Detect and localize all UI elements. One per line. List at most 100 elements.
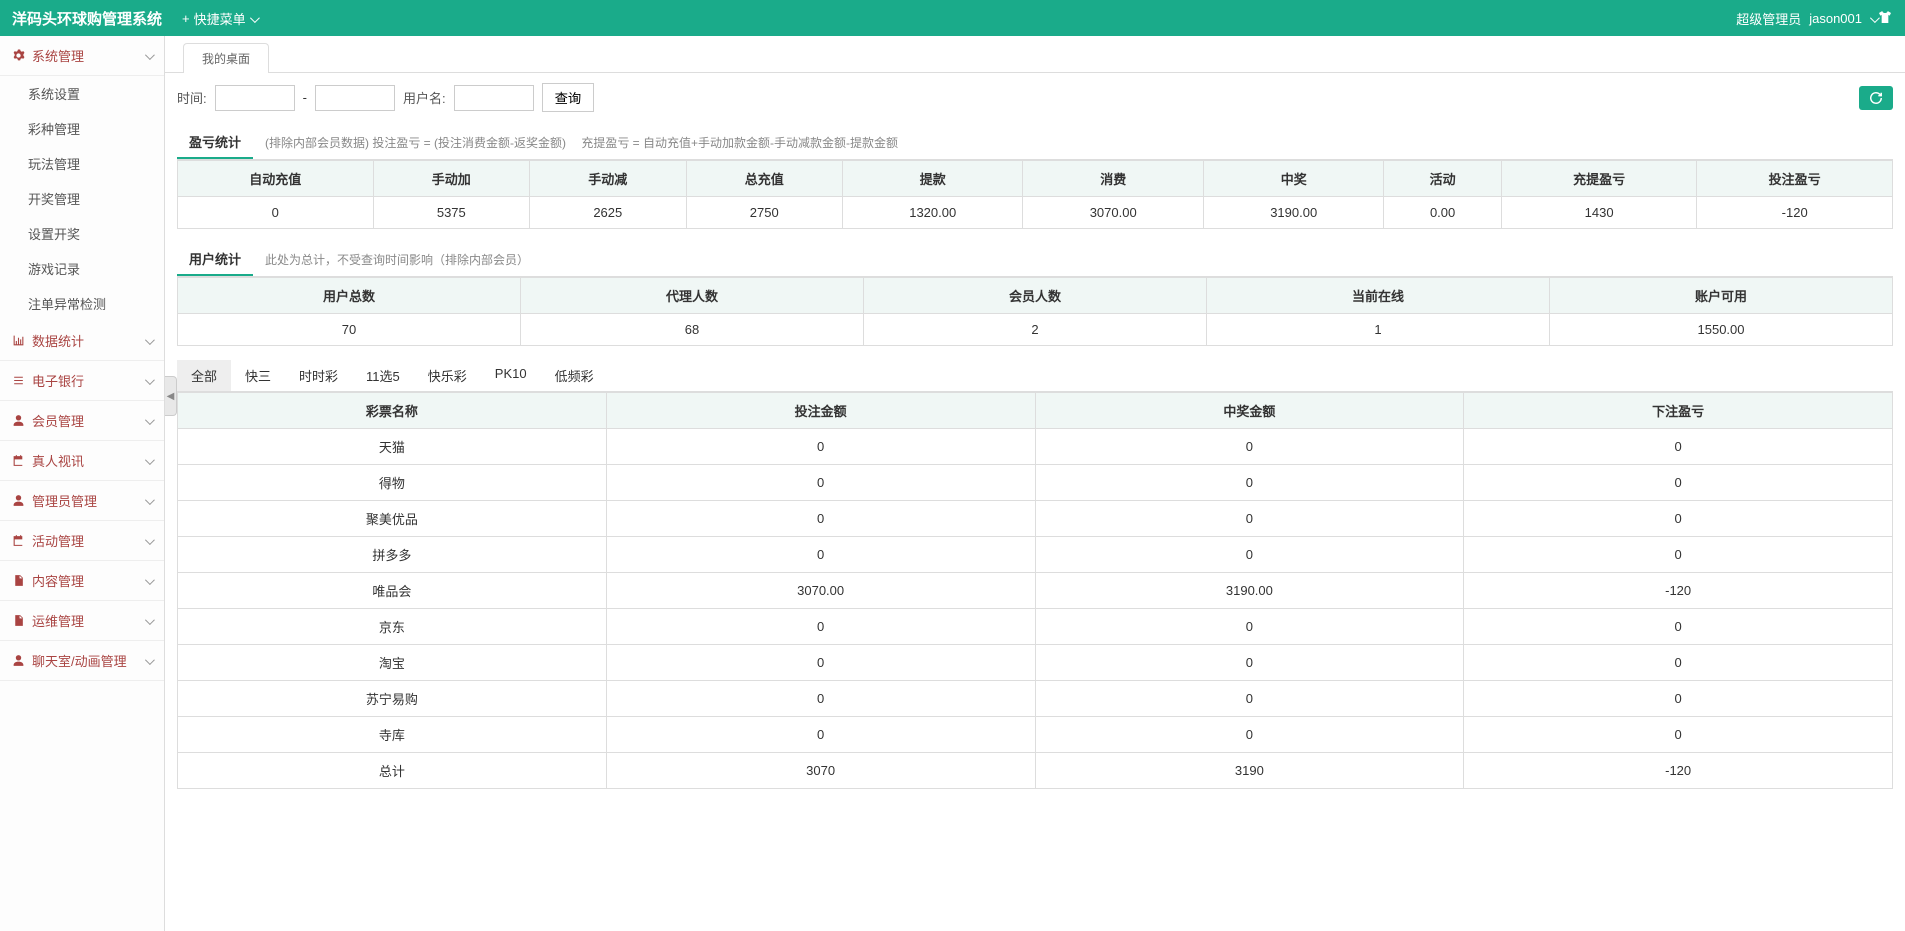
- lottery-tab[interactable]: 全部: [177, 360, 231, 391]
- sidebar-group-label: 运维管理: [32, 611, 84, 630]
- user-menu[interactable]: 超级管理员 jason001: [1736, 9, 1877, 28]
- refresh-button[interactable]: [1859, 86, 1893, 110]
- lottery-tab[interactable]: 11选5: [352, 360, 414, 391]
- cell: 3070.00: [606, 573, 1035, 609]
- sidebar-sub-item[interactable]: 注单异常检测: [0, 286, 164, 321]
- quick-menu-label: 快捷菜单: [194, 9, 246, 28]
- table-row: 苏宁易购000: [178, 681, 1893, 717]
- sidebar-sub-item[interactable]: 彩种管理: [0, 111, 164, 146]
- cell: 0: [606, 465, 1035, 501]
- cell: 3190.00: [1035, 573, 1464, 609]
- chevron-down-icon: [145, 533, 152, 548]
- main-content: ◀ 我的桌面 时间: - 用户名: 查询 盈亏统计 (排除内部会员数据) 投注盈…: [165, 36, 1905, 931]
- table-row: 05375262527501320.003070.003190.000.0014…: [178, 197, 1893, 229]
- cell: 1430: [1501, 197, 1697, 229]
- sidebar-group[interactable]: 真人视讯: [0, 441, 164, 481]
- cell: 68: [521, 314, 864, 346]
- sidebar-sub-item[interactable]: 开奖管理: [0, 181, 164, 216]
- cell: 唯品会: [178, 573, 607, 609]
- calendar-icon: [12, 534, 26, 547]
- chevron-down-icon: [145, 373, 152, 388]
- sidebar-group-label: 管理员管理: [32, 491, 97, 510]
- sidebar-group[interactable]: 数据统计: [0, 321, 164, 361]
- filter-bar: 时间: - 用户名: 查询: [165, 73, 1905, 122]
- cell: 0: [1464, 501, 1893, 537]
- time-end-input[interactable]: [315, 85, 395, 111]
- cell: 京东: [178, 609, 607, 645]
- table-row: 7068211550.00: [178, 314, 1893, 346]
- column-header: 下注盈亏: [1464, 393, 1893, 429]
- sidebar-sub-item[interactable]: 设置开奖: [0, 216, 164, 251]
- cell: 2625: [530, 197, 686, 229]
- column-header: 会员人数: [864, 278, 1207, 314]
- cell: 0: [1035, 465, 1464, 501]
- chevron-down-icon: [145, 613, 152, 628]
- sidebar-sub-item[interactable]: 游戏记录: [0, 251, 164, 286]
- lottery-tabs: 全部快三时时彩11选5快乐彩PK10低频彩: [177, 360, 1893, 392]
- cell: 聚美优品: [178, 501, 607, 537]
- sidebar-group[interactable]: 聊天室/动画管理: [0, 641, 164, 681]
- sidebar-sub-item[interactable]: 系统设置: [0, 76, 164, 111]
- cell: 1320.00: [842, 197, 1022, 229]
- table-row: 寺库000: [178, 717, 1893, 753]
- cell: 0: [1035, 717, 1464, 753]
- sidebar-group[interactable]: 会员管理: [0, 401, 164, 441]
- lottery-tab[interactable]: 快乐彩: [414, 360, 481, 391]
- cell: 0: [1464, 537, 1893, 573]
- profit-title: 盈亏统计: [177, 126, 253, 159]
- page-tabs: 我的桌面: [165, 42, 1905, 73]
- cell: 0: [606, 717, 1035, 753]
- cell: 淘宝: [178, 645, 607, 681]
- cell: 得物: [178, 465, 607, 501]
- lottery-tab[interactable]: 快三: [231, 360, 285, 391]
- sidebar-group-label: 电子银行: [32, 371, 84, 390]
- column-header: 手动减: [530, 161, 686, 197]
- user-icon: [12, 414, 26, 427]
- column-header: 投注盈亏: [1697, 161, 1893, 197]
- query-button[interactable]: 查询: [542, 83, 595, 112]
- lottery-tab[interactable]: 低频彩: [541, 360, 608, 391]
- doc-icon: [12, 574, 26, 587]
- sidebar: 系统管理系统设置彩种管理玩法管理开奖管理设置开奖游戏记录注单异常检测数据统计电子…: [0, 36, 165, 931]
- cog-icon: [12, 49, 26, 62]
- cell: 0: [1464, 645, 1893, 681]
- table-row: 唯品会3070.003190.00-120: [178, 573, 1893, 609]
- sidebar-group-label: 会员管理: [32, 411, 84, 430]
- column-header: 中奖: [1203, 161, 1383, 197]
- table-row: 淘宝000: [178, 645, 1893, 681]
- quick-menu-button[interactable]: + 快捷菜单: [182, 9, 257, 28]
- cell: -120: [1697, 197, 1893, 229]
- sidebar-sub-item[interactable]: 玩法管理: [0, 146, 164, 181]
- tab-desktop[interactable]: 我的桌面: [183, 43, 269, 73]
- lottery-tab[interactable]: 时时彩: [285, 360, 352, 391]
- sidebar-group-label: 聊天室/动画管理: [32, 651, 127, 670]
- cell: 0: [606, 645, 1035, 681]
- sidebar-group[interactable]: 系统管理: [0, 36, 164, 76]
- chevron-down-icon: [145, 653, 152, 668]
- sidebar-group[interactable]: 运维管理: [0, 601, 164, 641]
- sidebar-group[interactable]: 电子银行: [0, 361, 164, 401]
- sidebar-group-label: 数据统计: [32, 331, 84, 350]
- lottery-tab[interactable]: PK10: [481, 360, 541, 391]
- cell: 3070.00: [1023, 197, 1203, 229]
- user-section-header: 用户统计 此处为总计，不受查询时间影响（排除内部会员）: [177, 243, 1893, 277]
- column-header: 用户总数: [178, 278, 521, 314]
- sidebar-group[interactable]: 管理员管理: [0, 481, 164, 521]
- sidebar-group[interactable]: 内容管理: [0, 561, 164, 601]
- cell: 0: [1035, 681, 1464, 717]
- column-header: 提款: [842, 161, 1022, 197]
- column-header: 当前在线: [1207, 278, 1550, 314]
- profit-table: 自动充值手动加手动减总充值提款消费中奖活动充提盈亏投注盈亏 0537526252…: [177, 160, 1893, 229]
- column-header: 消费: [1023, 161, 1203, 197]
- sidebar-group[interactable]: 活动管理: [0, 521, 164, 561]
- sidebar-collapse-handle[interactable]: ◀: [165, 376, 177, 416]
- username-input[interactable]: [454, 85, 534, 111]
- time-start-input[interactable]: [215, 85, 295, 111]
- cell: 0: [1464, 609, 1893, 645]
- cell: 5375: [373, 197, 529, 229]
- cell: -120: [1464, 753, 1893, 789]
- cell: 0: [1464, 429, 1893, 465]
- cell: 0: [1464, 465, 1893, 501]
- chevron-down-icon: [1870, 11, 1877, 26]
- column-header: 总充值: [686, 161, 842, 197]
